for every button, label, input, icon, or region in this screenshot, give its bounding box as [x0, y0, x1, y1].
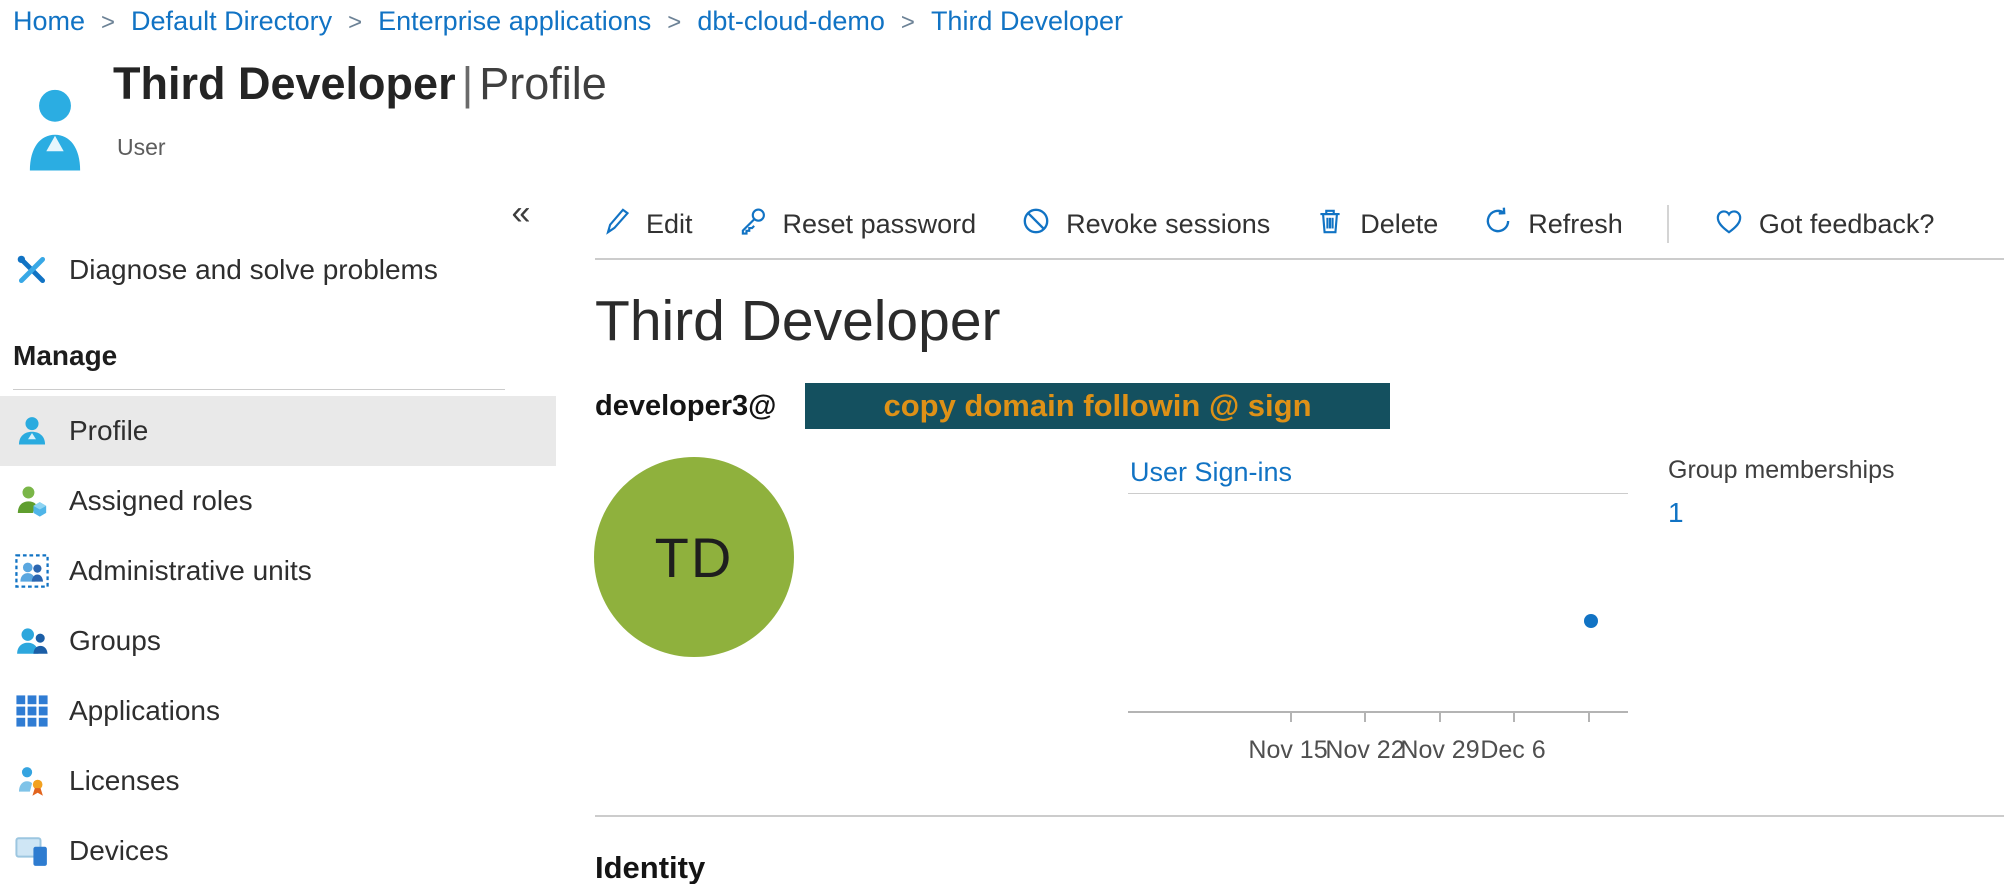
key-icon	[737, 205, 769, 244]
chart-title-underline	[1128, 493, 1628, 494]
sidebar-item-label: Licenses	[69, 765, 180, 797]
got-feedback-button-label: Got feedback?	[1759, 209, 1935, 240]
got-feedback-button[interactable]: Got feedback?	[1713, 205, 1935, 244]
heart-icon	[1713, 205, 1745, 244]
breadcrumb-default-directory[interactable]: Default Directory	[131, 6, 332, 37]
refresh-button-label: Refresh	[1528, 209, 1623, 240]
refresh-icon	[1482, 205, 1514, 244]
identity-section-heading: Identity	[595, 850, 705, 884]
person-ribbon-icon	[15, 764, 49, 798]
reset-password-button[interactable]: Reset password	[737, 205, 977, 244]
page-title-separator: |	[456, 58, 480, 109]
sidebar-item-administrative-units[interactable]: Administrative units	[0, 536, 556, 606]
user-principal-name: developer3@	[595, 383, 776, 429]
page-subtitle: User	[117, 134, 166, 161]
sidebar-item-groups[interactable]: Groups	[0, 606, 556, 676]
sidebar-divider	[13, 389, 505, 390]
sidebar-item-label: Profile	[69, 415, 148, 447]
user-display-name: Third Developer	[595, 288, 1001, 354]
x-axis-tick-label: Nov 29	[1400, 736, 1479, 765]
sidebar-item-devices[interactable]: Devices	[0, 816, 556, 884]
toolbar-divider	[1667, 205, 1669, 243]
toolbar-underline	[595, 258, 2004, 260]
diagnose-tools-icon	[15, 253, 49, 287]
x-axis-tick	[1364, 713, 1366, 722]
reset-password-button-label: Reset password	[783, 209, 977, 240]
breadcrumb-third-developer[interactable]: Third Developer	[931, 6, 1123, 37]
upn-domain-redaction-note: copy domain followin @ sign	[805, 383, 1390, 429]
grid-icon	[15, 694, 49, 728]
delete-button[interactable]: Delete	[1314, 205, 1438, 244]
breadcrumb-home[interactable]: Home	[13, 6, 85, 37]
delete-button-label: Delete	[1360, 209, 1438, 240]
upn-prefix: developer3@	[595, 390, 776, 422]
sidebar-item-label: Applications	[69, 695, 220, 727]
x-axis-line	[1128, 711, 1628, 713]
breadcrumb-separator: >	[101, 7, 115, 37]
page-title-section: Profile	[479, 58, 607, 109]
x-axis-tick	[1588, 713, 1590, 722]
edit-button[interactable]: Edit	[600, 205, 693, 244]
breadcrumb: Home > Default Directory > Enterprise ap…	[13, 6, 1123, 37]
avatar: TD	[594, 457, 794, 657]
sidebar-section-manage: Manage	[13, 340, 117, 372]
sidebar-item-assigned-roles[interactable]: Assigned roles	[0, 466, 556, 536]
sidebar-item-label: Devices	[69, 835, 169, 867]
page-title: Third Developer|Profile	[113, 58, 607, 110]
group-memberships-card: Group memberships 1	[1668, 456, 1894, 529]
x-axis-tick	[1290, 713, 1292, 722]
sidebar-item-label: Diagnose and solve problems	[69, 254, 438, 286]
sidebar-item-applications[interactable]: Applications	[0, 676, 556, 746]
sidebar-item-label: Assigned roles	[69, 485, 253, 517]
user-sign-ins-chart: User Sign-ins 6 4 2 0 Nov 15 Nov 22 Nov …	[1128, 455, 1630, 775]
user-avatar-icon	[26, 82, 84, 174]
x-axis-tick-label: Nov 15	[1248, 736, 1327, 765]
breadcrumb-enterprise-applications[interactable]: Enterprise applications	[378, 6, 651, 37]
sidebar-item-diagnose[interactable]: Diagnose and solve problems	[0, 244, 556, 296]
signin-data-point	[1584, 614, 1598, 628]
group-memberships-count-link[interactable]: 1	[1668, 497, 1684, 529]
edit-button-label: Edit	[646, 209, 693, 240]
monitor-tablet-icon	[15, 834, 49, 868]
person-role-cube-icon	[15, 484, 49, 518]
user-profile-page: Home > Default Directory > Enterprise ap…	[0, 0, 2004, 884]
x-axis-tick-label: Nov 22	[1325, 736, 1404, 765]
group-memberships-label: Group memberships	[1668, 456, 1894, 485]
sidebar-item-profile[interactable]: Profile	[0, 396, 556, 466]
person-icon	[15, 414, 49, 448]
x-axis-tick	[1513, 713, 1515, 722]
sidebar-item-label: Administrative units	[69, 555, 312, 587]
section-divider	[595, 815, 2004, 817]
trash-icon	[1314, 205, 1346, 244]
breadcrumb-separator: >	[667, 7, 681, 37]
revoke-sessions-button-label: Revoke sessions	[1066, 209, 1270, 240]
breadcrumb-separator: >	[901, 7, 915, 37]
command-bar: Edit Reset password Revoke sessions	[600, 200, 1934, 248]
user-sign-ins-link[interactable]: User Sign-ins	[1130, 457, 1292, 488]
block-icon	[1020, 205, 1052, 244]
sidebar-item-licenses[interactable]: Licenses	[0, 746, 556, 816]
revoke-sessions-button[interactable]: Revoke sessions	[1020, 205, 1270, 244]
page-title-name: Third Developer	[113, 58, 456, 109]
dashed-box-people-icon	[15, 554, 49, 588]
refresh-button[interactable]: Refresh	[1482, 205, 1623, 244]
two-people-icon	[15, 624, 49, 658]
pencil-icon	[600, 205, 632, 244]
sidebar-item-label: Groups	[69, 625, 161, 657]
breadcrumb-dbt-cloud-demo[interactable]: dbt-cloud-demo	[697, 6, 885, 37]
breadcrumb-separator: >	[348, 7, 362, 37]
x-axis-tick	[1439, 713, 1441, 722]
x-axis-tick-label: Dec 6	[1480, 736, 1545, 765]
sidebar-collapse-button[interactable]: «	[498, 192, 544, 234]
